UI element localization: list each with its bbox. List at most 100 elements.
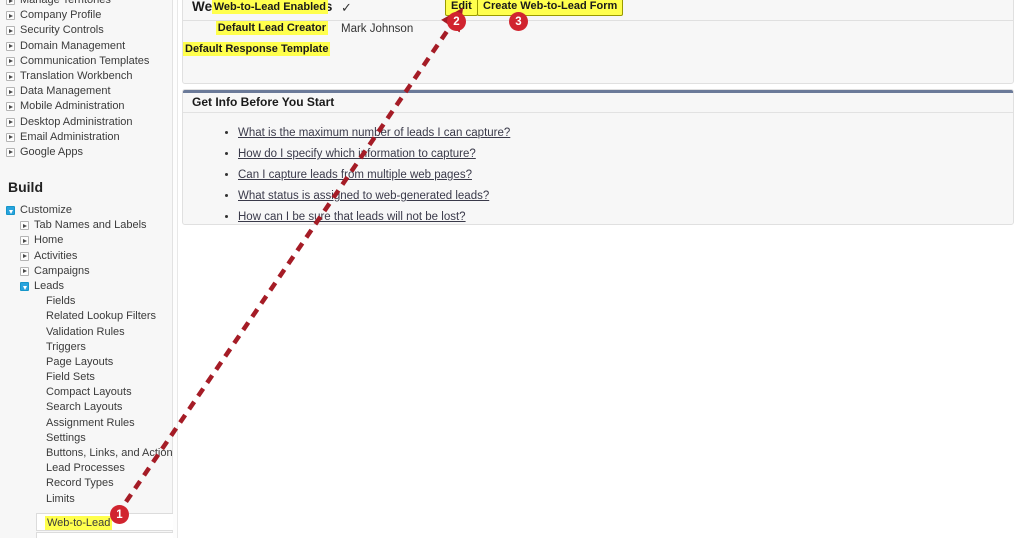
sidebar-item-fields[interactable]: Fields xyxy=(0,294,172,309)
sidebar-item-desktop-administration[interactable]: Desktop Administration xyxy=(0,115,172,130)
sidebar-item-email-administration[interactable]: Email Administration xyxy=(0,130,172,145)
twisty-collapsed-icon[interactable] xyxy=(6,11,15,21)
list-item: Can I capture leads from multiple web pa… xyxy=(238,165,1013,186)
twisty-collapsed-icon[interactable] xyxy=(20,236,29,246)
sidebar-item-manage-territories[interactable]: Manage Territories xyxy=(0,0,172,8)
list-item: How do I specify which information to ca… xyxy=(238,144,1013,165)
sidebar-item-label: Activities xyxy=(34,249,78,262)
sidebar-item-data-management[interactable]: Data Management xyxy=(0,84,172,99)
field-value: Mark Johnson xyxy=(341,23,414,35)
field-label: Web-to-Lead Enabled xyxy=(183,0,328,14)
sidebar-item-settings[interactable]: Settings xyxy=(0,431,172,446)
sidebar-item-label: Leads xyxy=(34,279,64,292)
sidebar-item-compact-layouts[interactable]: Compact Layouts xyxy=(0,385,172,400)
sidebar-item-label: Compact Layouts xyxy=(46,386,132,399)
sidebar-item-limits[interactable]: Limits xyxy=(0,492,172,507)
twisty-collapsed-icon[interactable] xyxy=(6,147,15,157)
sidebar-item-label: Email Administration xyxy=(20,130,120,143)
sidebar-item-web-to-lead[interactable]: Web-to-Lead xyxy=(45,516,113,530)
faq-link[interactable]: How can I be sure that leads will not be… xyxy=(238,211,466,223)
twisty-collapsed-icon[interactable] xyxy=(6,41,15,51)
field-label-highlight: Default Response Template xyxy=(183,42,331,56)
field-label-highlight: Web-to-Lead Enabled xyxy=(211,0,328,14)
sidebar-item-home[interactable]: Home xyxy=(0,233,172,248)
twisty-collapsed-icon[interactable] xyxy=(20,251,29,261)
sidebar-item-label: Record Types xyxy=(46,477,114,490)
field-label-highlight: Default Lead Creator xyxy=(215,21,328,35)
sidebar-item-label: Lead Processes xyxy=(46,462,125,475)
sidebar-item-label: Search Layouts xyxy=(46,401,123,414)
sidebar-item-page-layouts[interactable]: Page Layouts xyxy=(0,355,172,370)
sidebar-item-translation-workbench[interactable]: Translation Workbench xyxy=(0,69,172,84)
selected-item-box-lower xyxy=(36,532,173,538)
sidebar-item-company-profile[interactable]: Company Profile xyxy=(0,8,172,23)
sidebar-item-campaigns[interactable]: Campaigns xyxy=(0,264,172,279)
info-panel-header: Get Info Before You Start xyxy=(183,93,1013,113)
sidebar-item-validation-rules[interactable]: Validation Rules xyxy=(0,325,172,340)
faq-link[interactable]: What status is assigned to web-generated… xyxy=(238,190,489,202)
annotation-badge-1: 1 xyxy=(110,505,129,524)
sidebar-item-field-sets[interactable]: Field Sets xyxy=(0,370,172,385)
twisty-collapsed-icon[interactable] xyxy=(6,132,15,142)
checkmark-icon: ✓ xyxy=(341,0,352,15)
sidebar-item-leads[interactable]: Leads xyxy=(0,279,172,294)
sidebar-item-label: Manage Territories xyxy=(20,0,111,6)
settings-field-row: Default Lead Creator Mark Johnson xyxy=(183,21,1013,43)
twisty-collapsed-icon[interactable] xyxy=(6,87,15,97)
sidebar-item-label: Buttons, Links, and Actions xyxy=(46,447,173,459)
twisty-expanded-icon[interactable] xyxy=(20,282,29,292)
sidebar-item-label: Fields xyxy=(46,295,76,308)
administer-nav-group: Manage Territories Company Profile Securit… xyxy=(0,0,172,160)
sidebar-item-label: Triggers xyxy=(46,340,86,353)
twisty-collapsed-icon[interactable] xyxy=(6,117,15,127)
sidebar-item-label: Domain Management xyxy=(20,39,126,52)
get-info-panel: Get Info Before You Start What is the ma… xyxy=(182,89,1014,225)
sidebar-item-google-apps[interactable]: Google Apps xyxy=(0,145,172,160)
sidebar-item-label: Field Sets xyxy=(46,371,95,384)
sidebar-item-label: Assignment Rules xyxy=(46,416,135,429)
twisty-collapsed-icon[interactable] xyxy=(20,266,29,276)
sidebar-item-label: Google Apps xyxy=(20,145,83,158)
sidebar-item-security-controls[interactable]: Security Controls xyxy=(0,23,172,38)
sidebar-item-triggers[interactable]: Triggers xyxy=(0,340,172,355)
sidebar-item-lead-processes[interactable]: Lead Processes xyxy=(0,461,172,476)
annotation-badge-3: 3 xyxy=(509,12,528,31)
sidebar-item-label: Data Management xyxy=(20,85,111,98)
sidebar-divider xyxy=(173,0,178,538)
build-section-title: Build xyxy=(8,179,43,195)
info-panel-title: Get Info Before You Start xyxy=(192,95,335,109)
sidebar-item-activities[interactable]: Activities xyxy=(0,249,172,264)
screenshot-root: Manage Territories Company Profile Securit… xyxy=(0,0,1024,538)
sidebar-item-label: Security Controls xyxy=(20,24,104,37)
twisty-collapsed-icon[interactable] xyxy=(6,102,15,112)
twisty-collapsed-icon[interactable] xyxy=(6,0,15,6)
sidebar-item-label: Company Profile xyxy=(20,9,102,22)
twisty-collapsed-icon[interactable] xyxy=(6,56,15,66)
annotation-badge-2: 2 xyxy=(447,12,466,31)
sidebar-item-assignment-rules[interactable]: Assignment Rules xyxy=(0,416,172,431)
sidebar-item-communication-templates[interactable]: Communication Templates xyxy=(0,54,172,69)
sidebar-item-label: Customize xyxy=(20,204,72,216)
sidebar-item-search-layouts[interactable]: Search Layouts xyxy=(0,400,172,415)
sidebar-item-label: Communication Templates xyxy=(20,54,150,67)
sidebar-item-related-lookup-filters[interactable]: Related Lookup Filters xyxy=(0,309,172,324)
sidebar-item-domain-management[interactable]: Domain Management xyxy=(0,39,172,54)
settings-field-row: Web-to-Lead Enabled ✓ xyxy=(183,0,1013,22)
twisty-collapsed-icon[interactable] xyxy=(20,221,29,231)
sidebar-item-customize[interactable]: Customize xyxy=(0,203,172,218)
faq-link[interactable]: What is the maximum number of leads I ca… xyxy=(238,127,510,139)
faq-link[interactable]: Can I capture leads from multiple web pa… xyxy=(238,169,472,181)
sidebar-item-label: Home xyxy=(34,234,64,247)
sidebar-item-buttons-links-and-actions[interactable]: Buttons, Links, and Actions xyxy=(0,446,173,461)
twisty-collapsed-icon[interactable] xyxy=(6,72,15,82)
sidebar-item-label: Related Lookup Filters xyxy=(46,310,157,323)
sidebar-item-mobile-administration[interactable]: Mobile Administration xyxy=(0,99,172,114)
faq-link[interactable]: How do I specify which information to ca… xyxy=(238,148,476,160)
sidebar-item-label: Validation Rules xyxy=(46,325,125,338)
sidebar-item-label: Settings xyxy=(46,431,86,444)
twisty-collapsed-icon[interactable] xyxy=(6,26,15,36)
sidebar-item-tab-names-and-labels[interactable]: Tab Names and Labels xyxy=(0,218,172,233)
sidebar-item-record-types[interactable]: Record Types xyxy=(0,476,172,491)
twisty-expanded-icon[interactable] xyxy=(6,206,15,216)
faq-link-list: What is the maximum number of leads I ca… xyxy=(183,113,1013,228)
